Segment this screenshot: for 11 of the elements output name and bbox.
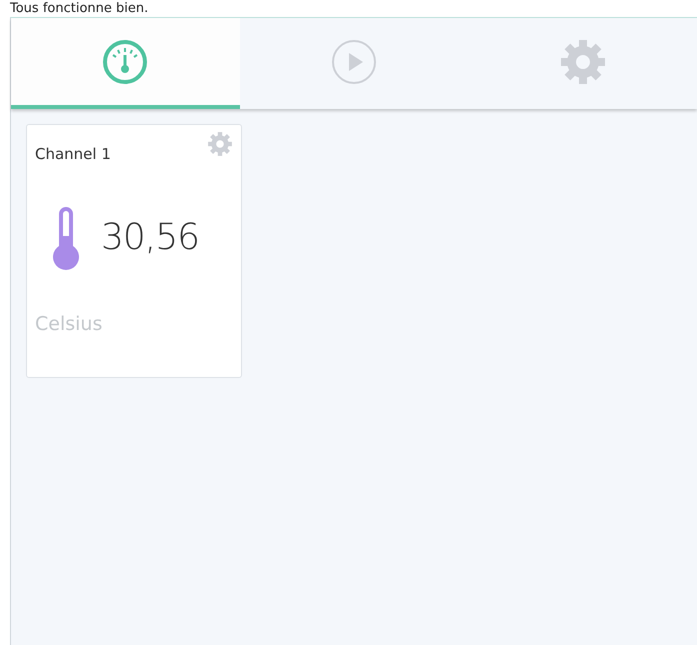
- temperature-value: 30,56: [101, 216, 200, 260]
- play-icon: [330, 38, 378, 86]
- gauge-icon: [101, 38, 150, 86]
- gear-icon: [558, 38, 607, 86]
- settings-icon: [207, 131, 233, 157]
- settings-button[interactable]: [207, 131, 233, 157]
- unit-label: Celsius: [35, 312, 104, 336]
- channel-name: Channel 1: [35, 144, 111, 165]
- thermometer-icon: [51, 206, 81, 270]
- tab[interactable]: [11, 18, 240, 109]
- status-message: Tous fonctionne bien.: [9, 0, 150, 17]
